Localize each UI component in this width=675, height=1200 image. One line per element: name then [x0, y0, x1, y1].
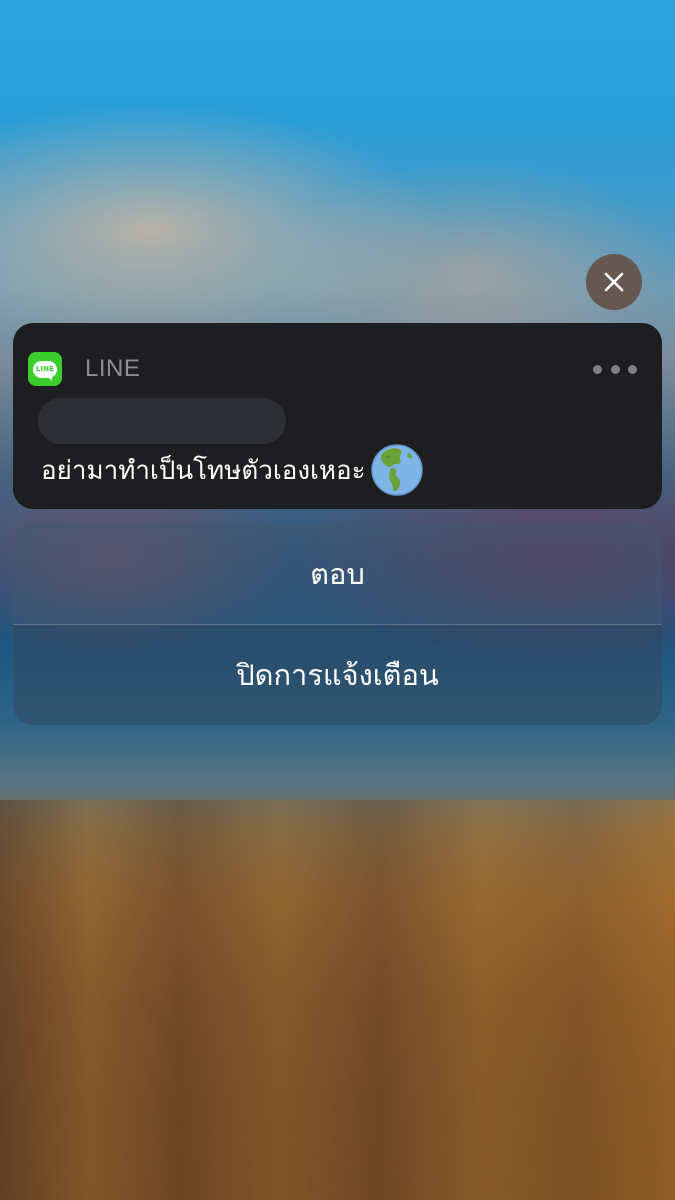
more-options-button[interactable] — [593, 359, 637, 379]
reply-button[interactable]: ตอบ — [13, 523, 662, 624]
close-button[interactable] — [586, 254, 642, 310]
close-icon — [604, 272, 624, 292]
ellipsis-icon — [593, 364, 602, 374]
app-name: LINE — [85, 355, 141, 382]
notification-card[interactable]: LINE LINE อย่ามาทำเป็นโทษตัวเองเหอะ — [13, 323, 662, 509]
message-text: อย่ามาทำเป็นโทษตัวเองเหอะ — [41, 455, 366, 486]
line-logo-bubble: LINE — [33, 360, 57, 381]
sender-name-redacted — [38, 398, 286, 444]
globe-americas-icon — [370, 444, 423, 496]
message-row: อย่ามาทำเป็นโทษตัวเองเหอะ — [41, 444, 424, 496]
line-app-icon: LINE — [28, 352, 62, 386]
turn-off-notifications-button[interactable]: ปิดการแจ้งเตือน — [13, 624, 662, 725]
notification-actions: ตอบ ปิดการแจ้งเตือน — [13, 523, 662, 725]
